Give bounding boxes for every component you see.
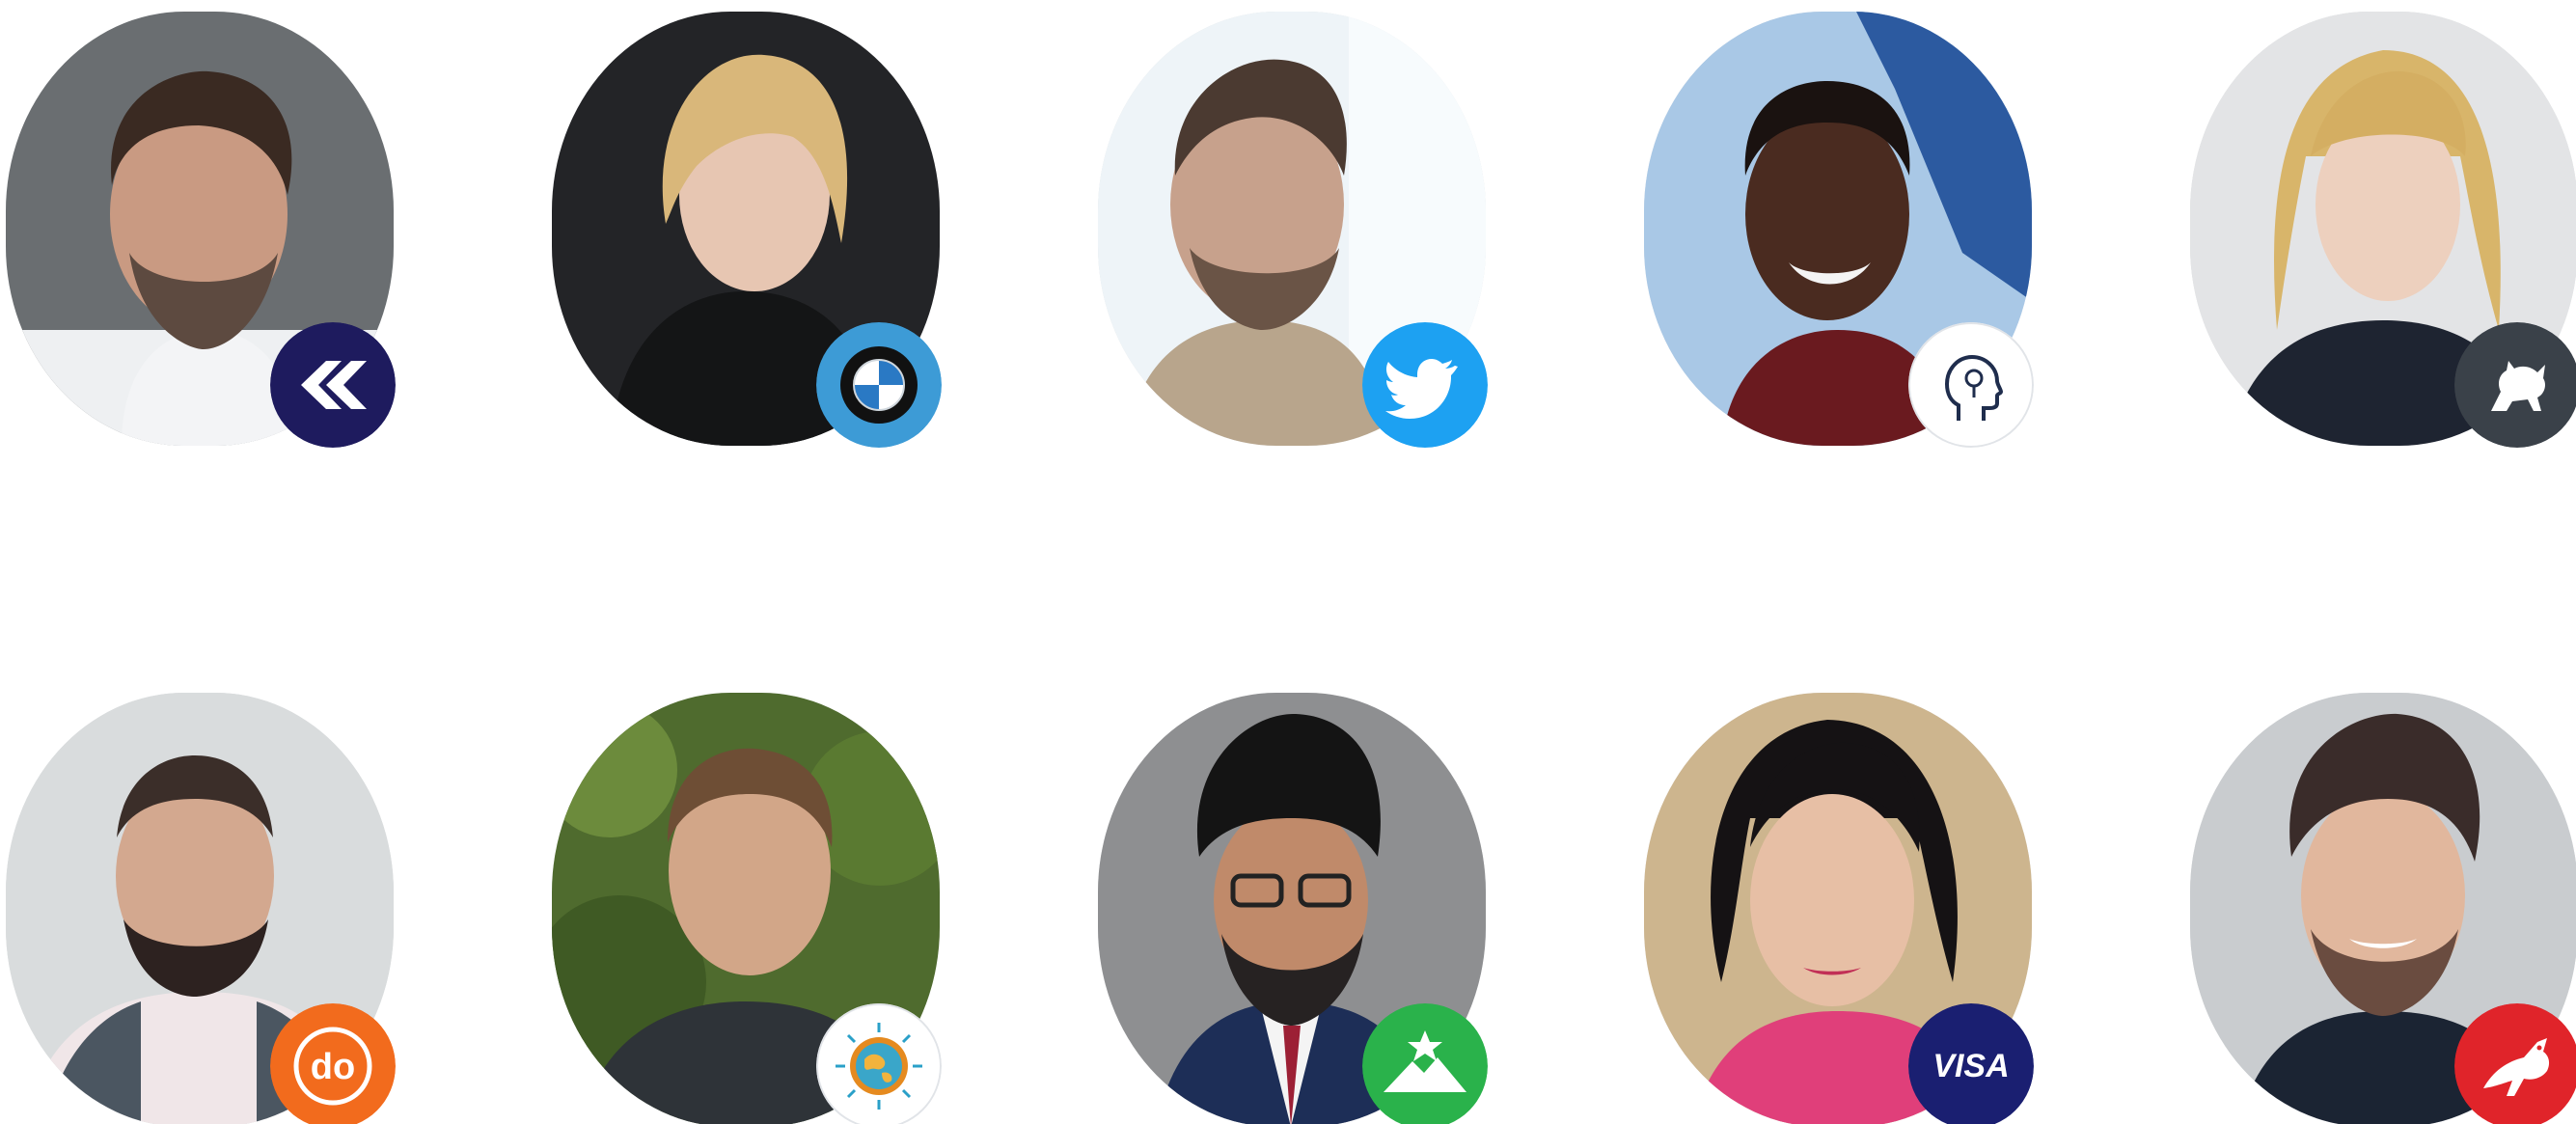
do-logo-text: do — [311, 1047, 355, 1087]
company-badge — [816, 1003, 942, 1124]
visa-logo-icon: VISA — [1908, 1003, 2034, 1124]
globe-sun-icon — [816, 1003, 942, 1124]
speaker-card[interactable]: do — [6, 693, 396, 1124]
speaker-grid: do VISA — [0, 0, 2576, 1124]
speaker-card[interactable] — [1098, 693, 1488, 1124]
speaker-card[interactable] — [2190, 693, 2576, 1124]
speaker-card[interactable] — [1098, 12, 1488, 448]
speaker-card[interactable] — [2190, 12, 2576, 448]
company-badge — [2454, 322, 2576, 448]
kangaroo-logo-icon — [2454, 1003, 2576, 1124]
company-badge — [1362, 1003, 1488, 1124]
visa-logo-text: VISA — [1932, 1048, 2009, 1084]
mountain-star-icon — [1362, 1003, 1488, 1124]
company-badge — [1908, 322, 2034, 448]
speaker-card[interactable] — [552, 693, 942, 1124]
speaker-card[interactable]: VISA — [1644, 693, 2034, 1124]
arrow-chevron-logo-icon — [270, 322, 396, 448]
company-badge: VISA — [1908, 1003, 2034, 1124]
griffin-icon — [2454, 322, 2576, 448]
company-badge — [816, 322, 942, 448]
speaker-card[interactable] — [552, 12, 942, 448]
do-logo-icon: do — [270, 1003, 396, 1124]
company-badge — [1362, 322, 1488, 448]
company-badge: do — [270, 1003, 396, 1124]
speaker-card[interactable] — [6, 12, 396, 448]
head-profile-icon — [1908, 322, 2034, 448]
speaker-card[interactable] — [1644, 12, 2034, 448]
company-badge — [270, 322, 396, 448]
twitter-bird-icon — [1362, 322, 1488, 448]
bmw-logo-icon — [816, 322, 942, 448]
company-badge — [2454, 1003, 2576, 1124]
